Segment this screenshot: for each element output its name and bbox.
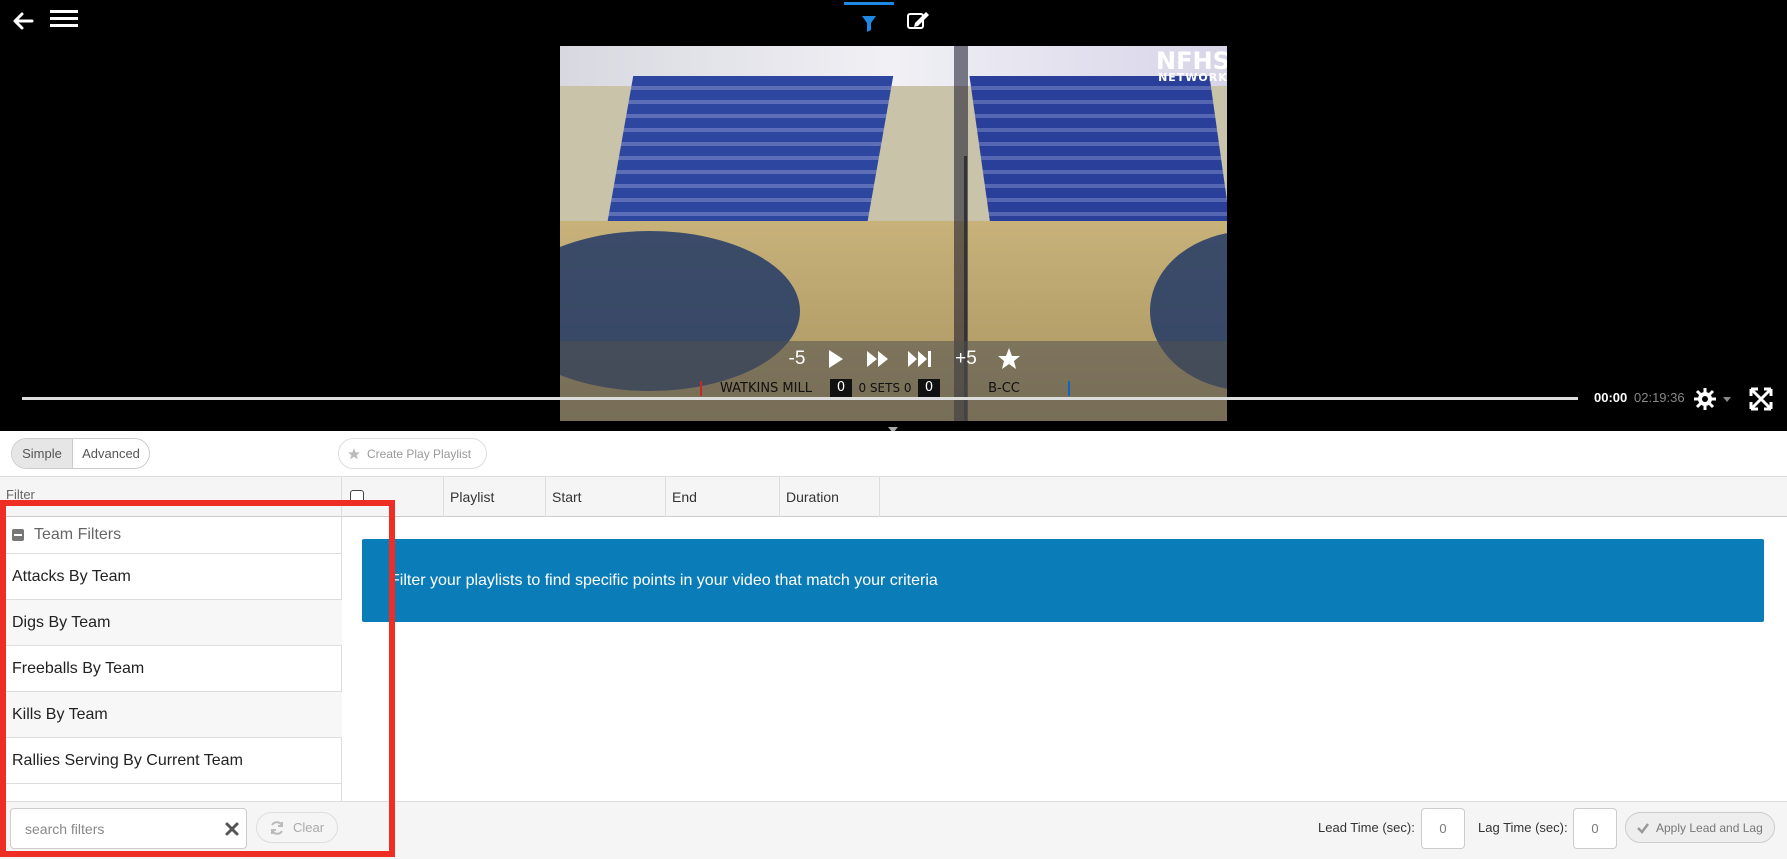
edit-icon	[907, 12, 929, 29]
away-team-name: B-CC	[940, 380, 1070, 396]
menu-line	[50, 24, 78, 27]
fullscreen-button[interactable]	[1748, 386, 1774, 412]
hamburger-menu-button[interactable]	[48, 6, 80, 36]
lag-time-input[interactable]	[1573, 808, 1617, 849]
mode-toggle: Simple Advanced	[11, 438, 150, 469]
refresh-icon	[271, 820, 283, 835]
forward-5-button[interactable]: +5	[950, 346, 982, 372]
mode-advanced-button[interactable]: Advanced	[73, 439, 149, 468]
fast-forward-button[interactable]	[864, 346, 892, 372]
favorite-button[interactable]	[996, 346, 1022, 372]
sets-label: 0 SETS 0	[858, 381, 912, 395]
network-watermark: NFHS NETWORK	[1156, 49, 1227, 84]
fast-forward-icon	[867, 351, 888, 367]
watermark-sub: NETWORK	[1158, 71, 1227, 84]
star-icon	[348, 447, 360, 459]
apply-lead-lag-button[interactable]: Apply Lead and Lag	[1625, 812, 1775, 843]
gear-icon	[1694, 388, 1731, 410]
lead-time-input[interactable]	[1421, 808, 1465, 849]
filter-header: Filter	[0, 477, 342, 517]
close-icon[interactable]	[224, 821, 240, 837]
mode-simple-button[interactable]: Simple	[12, 439, 73, 468]
seek-bar[interactable]	[22, 397, 1578, 400]
clear-label: Clear	[293, 820, 325, 835]
chevron-down-icon	[1723, 397, 1731, 402]
column-header-playlist[interactable]: Playlist	[444, 477, 546, 517]
filter-item-kills-by-team[interactable]: Kills By Team	[0, 692, 342, 738]
create-playlist-button[interactable]: Create Play Playlist	[338, 438, 487, 469]
toolbar	[0, 431, 1787, 477]
rewind-5-button[interactable]: -5	[782, 346, 812, 372]
skip-next-icon	[908, 351, 931, 367]
fullscreen-icon	[1749, 387, 1773, 411]
search-filters-input[interactable]	[25, 809, 215, 848]
filter-item-rallies-serving[interactable]: Rallies Serving By Current Team	[0, 738, 342, 784]
clear-button[interactable]: Clear	[256, 812, 338, 843]
column-header-duration[interactable]: Duration	[780, 477, 880, 517]
filter-item-freeballs-by-team[interactable]: Freeballs By Team	[0, 646, 342, 692]
home-team-name: WATKINS MILL	[700, 380, 830, 396]
home-score: 0	[830, 379, 852, 397]
menu-line	[50, 17, 78, 20]
play-button[interactable]	[822, 346, 848, 372]
play-icon	[829, 350, 843, 368]
menu-line	[50, 10, 78, 13]
arrow-left-icon	[13, 12, 34, 30]
team-filters-title: Team Filters	[34, 526, 122, 543]
info-banner: Filter your playlists to find specific p…	[362, 539, 1764, 622]
back-button[interactable]	[10, 8, 36, 34]
apply-lead-lag-label: Apply Lead and Lag	[1656, 820, 1763, 835]
search-filters-box	[10, 808, 247, 849]
filter-item-digs-by-team[interactable]: Digs By Team	[0, 600, 342, 646]
star-icon	[998, 348, 1020, 369]
collapse-minus-icon[interactable]	[12, 529, 24, 541]
time-current: 00:00	[1594, 390, 1628, 405]
time-total: 02:19:36	[1634, 390, 1685, 405]
column-header-end[interactable]: End	[666, 477, 780, 517]
away-score: 0	[918, 379, 940, 397]
app-root: NFHS NETWORK -5 +5 WATKINS MILL 0 0 SETS…	[0, 0, 1787, 859]
checkmark-icon	[1637, 822, 1649, 834]
filter-icon	[862, 16, 876, 32]
column-header-start[interactable]: Start	[546, 477, 666, 517]
team-filters-group[interactable]: Team Filters	[0, 517, 342, 554]
bleachers-right	[969, 76, 1227, 226]
lag-time-label: Lag Time (sec):	[1478, 820, 1568, 835]
lead-time-label: Lead Time (sec):	[1318, 820, 1415, 835]
select-all-checkbox[interactable]	[350, 490, 364, 504]
skip-next-button[interactable]	[906, 346, 936, 372]
scoreboard: WATKINS MILL 0 0 SETS 0 0 B-CC	[700, 378, 1090, 398]
bleachers-left	[606, 76, 894, 226]
filter-item-attacks-by-team[interactable]: Attacks By Team	[0, 554, 342, 600]
column-header-blank	[414, 477, 444, 517]
table-header: Filter Playlist Start End Duration	[0, 477, 1787, 517]
tab-filter[interactable]	[844, 2, 894, 42]
create-playlist-label: Create Play Playlist	[367, 446, 472, 461]
tab-edit[interactable]	[900, 2, 940, 42]
settings-button[interactable]	[1692, 386, 1736, 412]
